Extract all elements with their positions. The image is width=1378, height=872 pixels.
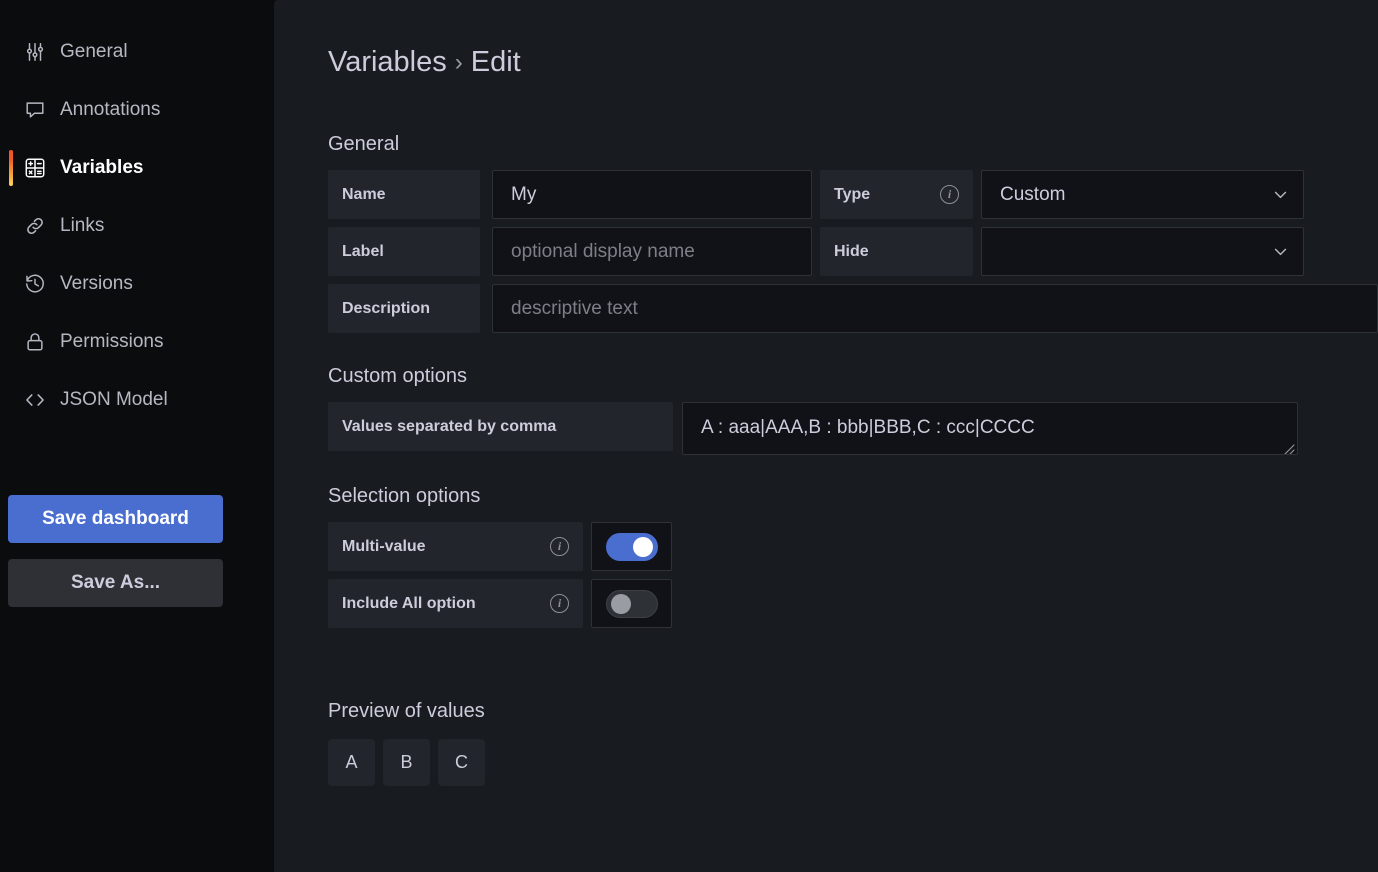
calculator-icon: [24, 157, 46, 179]
breadcrumb-current: Edit: [470, 46, 521, 78]
toggle-knob: [632, 536, 653, 557]
hide-select[interactable]: [981, 227, 1304, 276]
toggle-switch-on[interactable]: [605, 532, 658, 561]
sidebar-item-variables[interactable]: Variables: [0, 146, 274, 190]
custom-options-title: Custom options: [328, 365, 467, 387]
type-select[interactable]: Custom: [981, 170, 1304, 219]
general-section: General Name My Type i Custom Label opti…: [328, 133, 1378, 333]
description-label: Description: [328, 284, 480, 333]
sidebar-item-label: Variables: [60, 157, 144, 178]
selection-options-section: Selection options Multi-value i Include …: [328, 485, 1378, 628]
preview-value-chip[interactable]: B: [383, 739, 430, 786]
sliders-icon: [24, 41, 46, 63]
resize-handle-icon[interactable]: [1281, 439, 1295, 454]
sidebar-item-json-model[interactable]: JSON Model: [0, 378, 274, 422]
label-hide-row: Label optional display name Hide: [328, 227, 1378, 276]
name-type-row: Name My Type i Custom: [328, 170, 1378, 219]
label-field-group: Label optional display name: [328, 227, 812, 276]
description-input[interactable]: descriptive text: [492, 284, 1378, 333]
description-row: Description descriptive text: [328, 284, 1378, 333]
chevron-down-icon: [1272, 243, 1289, 260]
multi-value-label: Multi-value i: [328, 522, 583, 571]
chevron-right-icon: ›: [454, 48, 463, 76]
custom-options-section: Custom options Values separated by comma…: [328, 365, 1378, 455]
variable-editor-panel: Variables › Edit General Name My Type i: [274, 0, 1378, 872]
type-label: Type i: [820, 170, 973, 219]
label-input[interactable]: optional display name: [492, 227, 812, 276]
preview-values-list: A B C: [328, 739, 1378, 786]
preview-title: Preview of values: [328, 700, 485, 722]
dashboard-settings-page: General Annotations Variables Links Vers…: [0, 0, 1378, 872]
include-all-info-icon[interactable]: i: [550, 594, 569, 613]
sidebar-item-label: Versions: [60, 273, 133, 294]
link-icon: [24, 215, 46, 237]
history-icon: [24, 273, 46, 295]
name-input[interactable]: My: [492, 170, 812, 219]
values-row: Values separated by comma A : aaa|AAA,B …: [328, 402, 1378, 455]
sidebar-item-versions[interactable]: Versions: [0, 262, 274, 306]
active-indicator-bar: [9, 150, 13, 186]
breadcrumb-root[interactable]: Variables: [328, 46, 447, 79]
multi-value-toggle[interactable]: [591, 522, 672, 571]
toggle-knob: [610, 593, 631, 614]
hide-field-group: Hide: [820, 227, 1304, 276]
values-label: Values separated by comma: [328, 402, 673, 451]
include-all-toggle[interactable]: [591, 579, 672, 628]
include-all-label: Include All option i: [328, 579, 583, 628]
values-textarea-value: A : aaa|AAA,B : bbb|BBB,C : ccc|CCCC: [701, 417, 1035, 438]
preview-value-chip[interactable]: C: [438, 739, 485, 786]
save-as-button[interactable]: Save As...: [8, 559, 223, 607]
settings-sidebar: General Annotations Variables Links Vers…: [0, 0, 274, 872]
comment-icon: [24, 99, 46, 121]
type-select-value: Custom: [1000, 183, 1066, 205]
sidebar-item-label: General: [60, 41, 128, 62]
sidebar-item-permissions[interactable]: Permissions: [0, 320, 274, 364]
include-all-row: Include All option i: [328, 579, 1378, 628]
breadcrumb: Variables › Edit: [328, 46, 1378, 79]
sidebar-item-label: Annotations: [60, 99, 161, 120]
toggle-switch-off[interactable]: [605, 589, 658, 618]
sidebar-item-label: Links: [60, 215, 105, 236]
preview-section: Preview of values A B C: [328, 700, 1378, 786]
hide-label: Hide: [820, 227, 973, 276]
sidebar-action-buttons: Save dashboard Save As...: [8, 495, 224, 607]
preview-value-chip[interactable]: A: [328, 739, 375, 786]
sidebar-item-label: Permissions: [60, 331, 164, 352]
multi-value-row: Multi-value i: [328, 522, 1378, 571]
sidebar-item-general[interactable]: General: [0, 30, 274, 74]
lock-icon: [24, 331, 46, 353]
values-textarea[interactable]: A : aaa|AAA,B : bbb|BBB,C : ccc|CCCC: [682, 402, 1298, 455]
general-section-title: General: [328, 133, 400, 155]
name-label: Name: [328, 170, 480, 219]
save-dashboard-button[interactable]: Save dashboard: [8, 495, 223, 543]
multi-value-info-icon[interactable]: i: [550, 537, 569, 556]
type-info-icon[interactable]: i: [940, 185, 959, 204]
sidebar-item-links[interactable]: Links: [0, 204, 274, 248]
code-icon: [24, 389, 46, 411]
selection-options-title: Selection options: [328, 485, 481, 507]
type-field-group: Type i Custom: [820, 170, 1304, 219]
label-label: Label: [328, 227, 480, 276]
sidebar-item-label: JSON Model: [60, 389, 168, 410]
chevron-down-icon: [1272, 186, 1289, 203]
name-field-group: Name My: [328, 170, 812, 219]
sidebar-item-annotations[interactable]: Annotations: [0, 88, 274, 132]
